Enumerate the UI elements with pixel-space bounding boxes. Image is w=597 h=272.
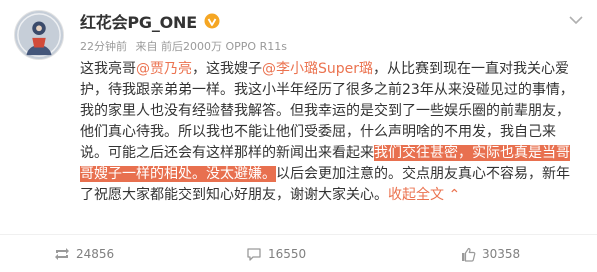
chevron-down-icon[interactable]: [567, 12, 585, 26]
mention-link[interactable]: @李小璐Super璐: [262, 61, 373, 77]
like-button[interactable]: 30358: [460, 235, 520, 272]
text-segment: ，从比赛到现在一直对我关心爱: [373, 61, 570, 77]
repost-button[interactable]: 24856: [54, 235, 114, 272]
text-segment: ，这我嫂子: [192, 61, 262, 77]
comment-count: 16550: [268, 247, 307, 261]
like-count: 30358: [482, 247, 521, 261]
collapse-text-link[interactable]: 收起全文: [388, 187, 444, 203]
post-text-line: 哥嫂子一样的相处。没太避嫌。以后会更加注意的。交点朋友真心不容易，新年: [80, 164, 585, 185]
post-text-line: 护，待我跟亲弟弟一样。我这小半年经历了很多之前23年从来没碰见过的事情，: [80, 80, 585, 101]
highlighted-text: 哥嫂子一样的相处。没太避嫌。: [80, 166, 276, 182]
username-row: 红花会PG_ONE: [80, 9, 221, 33]
post-source: 来自 前后2000万 OPPO R11s: [135, 40, 287, 53]
collapse-text-link[interactable]: ⌃: [444, 187, 460, 203]
text-segment: 护，待我跟亲弟弟一样。我这小半年经历了很多之前23年从来没碰见过的事情，: [80, 82, 574, 98]
thumbs-up-icon: [462, 247, 476, 262]
text-segment: 了祝愿大家都能交到知心好朋友，谢谢大家关心。: [80, 187, 388, 203]
text-segment: 我的家里人也没有经验替我解答。但我幸运的是交到了一些娱乐圈的前辈朋友，: [80, 103, 570, 119]
post-text-line: 说。可能之后还会有这样那样的新闻出来看起来我们交往甚密，实际也真是当哥: [80, 143, 585, 164]
post-text-line: 他们真心待我。所以我也不能让他们受委屈，什么声明啥的不用发，我自己来: [80, 122, 585, 143]
text-segment: 这我亮哥: [80, 61, 136, 77]
repost-icon: [55, 248, 69, 260]
post-time[interactable]: 22分钟前: [80, 40, 127, 53]
text-segment: 他们真心待我。所以我也不能让他们受委屈，什么声明啥的不用发，我自己来: [80, 124, 556, 140]
verified-badge-icon: [203, 12, 221, 30]
avatar-image: [15, 11, 63, 59]
username[interactable]: 红花会PG_ONE: [80, 9, 197, 33]
weibo-post-card: 红花会PG_ONE 22分钟前 来自 前后2000万 OPPO R11s 这我亮…: [0, 0, 597, 272]
post-text-line: 我的家里人也没有经验替我解答。但我幸运的是交到了一些娱乐圈的前辈朋友，: [80, 101, 585, 122]
post-text: 这我亮哥@贾乃亮，这我嫂子@李小璐Super璐，从比赛到现在一直对我关心爱护，待…: [80, 59, 585, 206]
post-meta: 22分钟前 来自 前后2000万 OPPO R11s: [80, 38, 292, 54]
repost-count: 24856: [76, 247, 115, 261]
text-segment: 以后会更加注意的。交点朋友真心不容易，新年: [276, 166, 570, 182]
avatar[interactable]: [14, 10, 64, 60]
post-text-line: 了祝愿大家都能交到知心好朋友，谢谢大家关心。收起全文 ⌃: [80, 185, 585, 206]
mention-link[interactable]: @贾乃亮: [136, 61, 192, 77]
comment-icon: [247, 247, 261, 261]
text-segment: 说。可能之后还会有这样那样的新闻出来看起来: [80, 145, 374, 161]
comment-button[interactable]: 16550: [246, 235, 306, 272]
action-bar: 24856 16550 30358: [0, 234, 597, 272]
highlighted-text: 我们交往甚密，实际也真是当哥: [374, 145, 570, 161]
post-text-line: 这我亮哥@贾乃亮，这我嫂子@李小璐Super璐，从比赛到现在一直对我关心爱: [80, 59, 585, 80]
